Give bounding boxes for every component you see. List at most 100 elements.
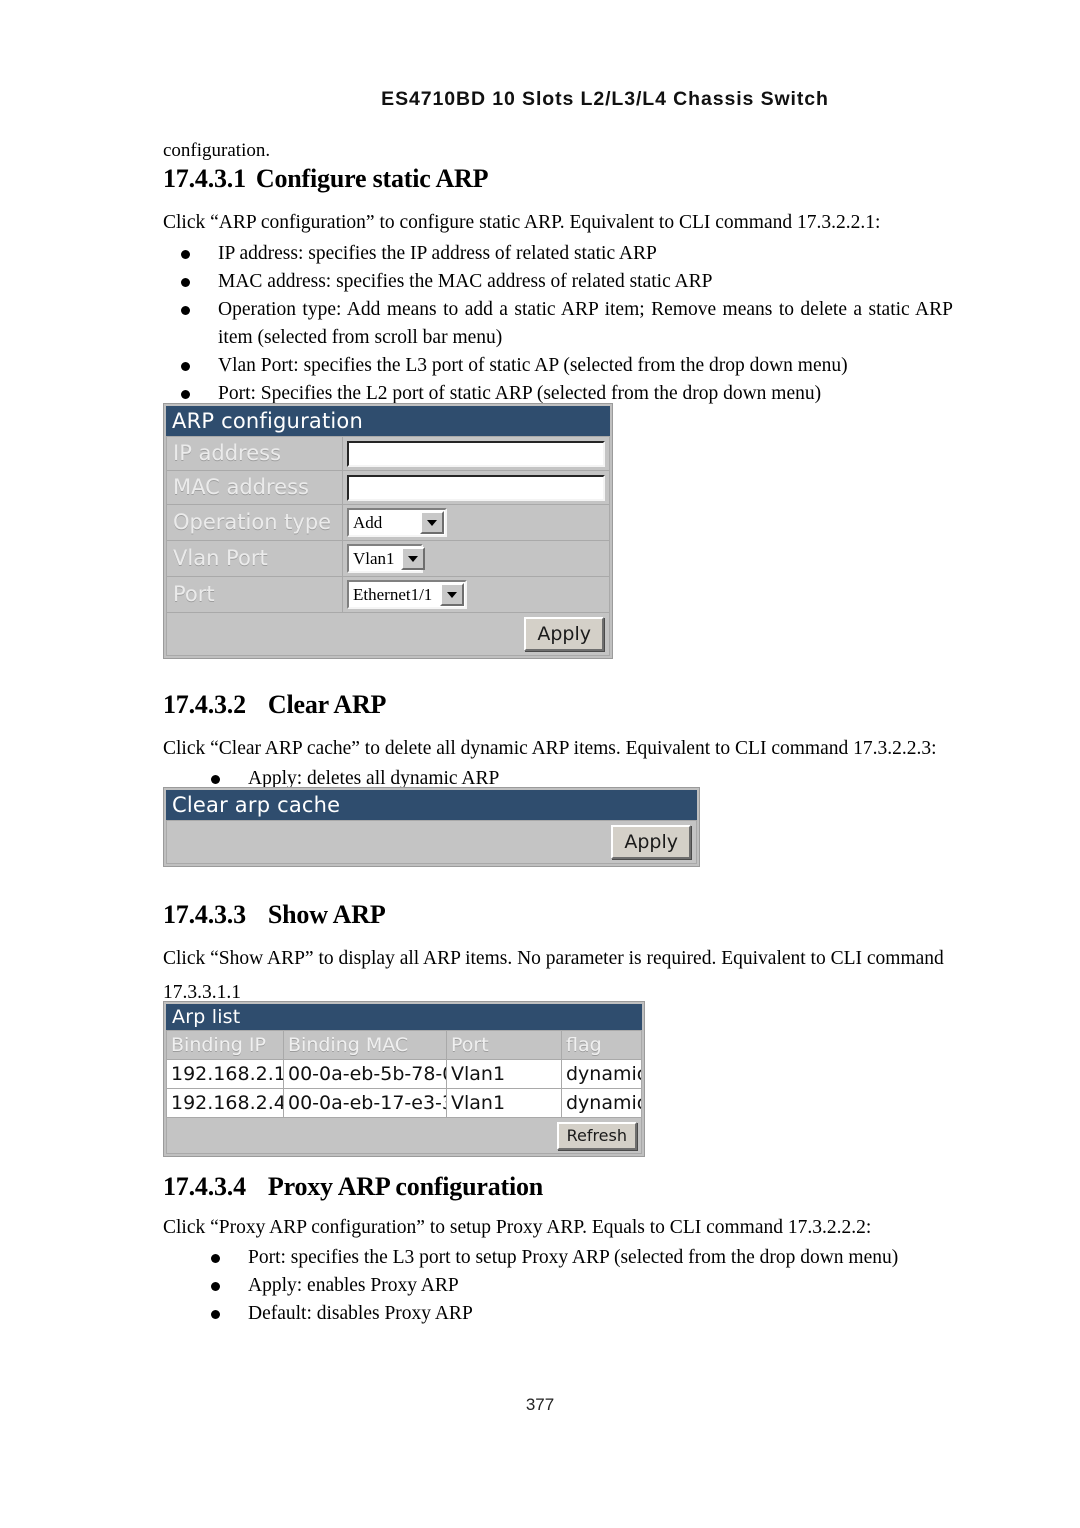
arp-list-table: Binding IP Binding MAC Port flag 192.168…	[166, 1030, 642, 1154]
list-item: Vlan Port: specifies the L3 port of stat…	[163, 352, 953, 380]
list-item-text: Default: disables Proxy ARP	[248, 1303, 473, 1324]
bullet-dot-icon	[181, 306, 190, 315]
cell-binding-mac: 00-0a-eb-17-e3-3d	[283, 1088, 447, 1118]
table-row: Apply	[166, 612, 610, 656]
clear-arp-apply-button[interactable]: Apply	[611, 825, 691, 859]
clear-arp-cache-table: Apply	[166, 820, 697, 864]
section-heading-17-4-3-4: 17.4.3.4 Proxy ARP configuration	[163, 1172, 953, 1202]
section-heading-17-4-3-3: 17.4.3.3 Show ARP	[163, 900, 953, 930]
section-show-arp: 17.4.3.3 Show ARP Click “Show ARP” to dis…	[163, 900, 953, 1007]
cell-flag: dynamic	[561, 1059, 642, 1089]
bullet-dot-icon	[211, 1282, 220, 1291]
list-item: Port: specifies the L3 port to setup Pro…	[163, 1244, 953, 1272]
bullet-dot-icon	[181, 278, 190, 287]
table-row: MAC address	[166, 470, 610, 505]
chevron-down-icon[interactable]	[440, 583, 464, 606]
section-title: Proxy ARP configuration	[267, 1172, 544, 1201]
list-item: MAC address: specifies the MAC address o…	[163, 268, 953, 296]
clear-arp-cache-panel: Clear arp cache Apply	[163, 787, 700, 867]
table-row: Apply	[166, 820, 697, 864]
bullet-dot-icon	[181, 250, 190, 259]
cell-binding-ip: 192.168.2.44	[166, 1088, 284, 1118]
list-item-text: Vlan Port: specifies the L3 port of stat…	[218, 355, 848, 376]
list-item: IP address: specifies the IP address of …	[163, 240, 953, 268]
port-select[interactable]: Ethernet1/1	[347, 580, 467, 609]
list-item-text: IP address: specifies the IP address of …	[218, 243, 657, 264]
section-title: Show ARP	[267, 900, 386, 929]
arp-configuration-apply-button[interactable]: Apply	[524, 617, 604, 651]
section-number: 17.4.3.4	[163, 1172, 246, 1201]
section-number: 17.4.3.1	[163, 164, 246, 193]
arp-list-refresh-button[interactable]: Refresh	[556, 1122, 637, 1150]
list-item-text: Port: Specifies the L2 port of static AR…	[218, 383, 822, 404]
list-item-text: Apply: deletes all dynamic ARP	[248, 768, 500, 789]
section-proxy-arp: 17.4.3.4 Proxy ARP configuration Click “P…	[163, 1172, 953, 1328]
port-value: Ethernet1/1	[353, 585, 433, 604]
chevron-down-icon[interactable]	[400, 547, 425, 570]
section-intro: Click “Proxy ARP configuration” to setup…	[163, 1217, 872, 1238]
list-item-text: Port: specifies the L3 port to setup Pro…	[248, 1247, 899, 1268]
list-item-text: MAC address: specifies the MAC address o…	[218, 271, 713, 292]
arp-list-title: Arp list	[166, 1004, 642, 1030]
section-configure-static-arp: 17.4.3.1 Configure static ARP Click “ARP …	[163, 164, 953, 408]
operation-type-value: Add	[353, 513, 383, 532]
page-number: 377	[525, 1395, 555, 1414]
section-number: 17.4.3.3	[163, 900, 246, 929]
section-clear-arp: 17.4.3.2 Clear ARP Click “Clear ARP cache…	[163, 690, 953, 793]
operation-type-select[interactable]: Add	[347, 508, 447, 537]
document-page: ES4710BD 10 Slots L2/L3/L4 Chassis Switc…	[0, 0, 1080, 1528]
arp-configuration-panel: ARP configuration IP address MAC address…	[163, 403, 613, 659]
label-operation-type: Operation type	[173, 510, 332, 534]
section-intro: Click “Show ARP” to display all ARP item…	[163, 948, 944, 969]
orphan-line: configuration.	[163, 140, 271, 161]
list-item: Apply: enables Proxy ARP	[163, 1272, 953, 1300]
column-header-flag: flag	[561, 1030, 642, 1060]
table-header-row: Binding IP Binding MAC Port flag	[166, 1030, 642, 1060]
table-row: 192.168.2.100 00-0a-eb-5b-78-0c Vlan1 dy…	[166, 1059, 642, 1089]
bullet-list-proxy-arp: Port: specifies the L3 port to setup Pro…	[163, 1244, 953, 1328]
arp-list-panel: Arp list Binding IP Binding MAC Port fla…	[163, 1001, 645, 1157]
section-intro: Click “ARP configuration” to configure s…	[163, 212, 881, 233]
section-intro: Click “Clear ARP cache” to delete all dy…	[163, 738, 937, 759]
vlan-port-value: Vlan1	[353, 549, 395, 568]
list-item: Operation type: Add means to add a stati…	[163, 296, 953, 352]
list-item-text: Operation type: Add means to add a stati…	[218, 299, 953, 348]
label-port: Port	[173, 582, 215, 606]
running-header: ES4710BD 10 Slots L2/L3/L4 Chassis Switc…	[381, 88, 829, 110]
chevron-down-icon[interactable]	[420, 511, 444, 534]
arp-configuration-table: IP address MAC address Operation type Ad…	[166, 436, 610, 656]
table-row: 192.168.2.44 00-0a-eb-17-e3-3d Vlan1 dyn…	[166, 1088, 642, 1118]
bullet-list-static-arp: IP address: specifies the IP address of …	[163, 240, 953, 408]
cell-flag: dynamic	[561, 1088, 642, 1118]
label-ip-address: IP address	[173, 441, 282, 465]
mac-address-input[interactable]	[347, 474, 605, 501]
section-heading-17-4-3-1: 17.4.3.1 Configure static ARP	[163, 164, 953, 194]
vlan-port-select[interactable]: Vlan1	[347, 544, 425, 573]
table-row: Refresh	[166, 1117, 642, 1154]
bullet-dot-icon	[181, 390, 190, 399]
list-item: Default: disables Proxy ARP	[163, 1300, 953, 1328]
label-vlan-port: Vlan Port	[173, 546, 268, 570]
table-row: Operation type Add	[166, 504, 610, 541]
column-header-binding-ip: Binding IP	[166, 1030, 284, 1060]
bullet-dot-icon	[181, 362, 190, 371]
bullet-dot-icon	[211, 775, 220, 784]
cell-binding-ip: 192.168.2.100	[166, 1059, 284, 1089]
cell-port: Vlan1	[446, 1059, 562, 1089]
table-row: Vlan Port Vlan1	[166, 540, 610, 577]
section-title: Configure static ARP	[255, 164, 489, 193]
list-item-text: Apply: enables Proxy ARP	[248, 1275, 459, 1296]
clear-arp-cache-title: Clear arp cache	[166, 790, 697, 820]
arp-configuration-title: ARP configuration	[166, 406, 610, 436]
cell-port: Vlan1	[446, 1088, 562, 1118]
label-mac-address: MAC address	[173, 475, 309, 499]
column-header-binding-mac: Binding MAC	[283, 1030, 447, 1060]
column-header-port: Port	[446, 1030, 562, 1060]
table-row: Port Ethernet1/1	[166, 576, 610, 613]
table-row: IP address	[166, 436, 610, 471]
ip-address-input[interactable]	[347, 440, 605, 467]
bullet-dot-icon	[211, 1310, 220, 1319]
section-number: 17.4.3.2	[163, 690, 246, 719]
section-heading-17-4-3-2: 17.4.3.2 Clear ARP	[163, 690, 953, 720]
section-title: Clear ARP	[267, 690, 387, 719]
